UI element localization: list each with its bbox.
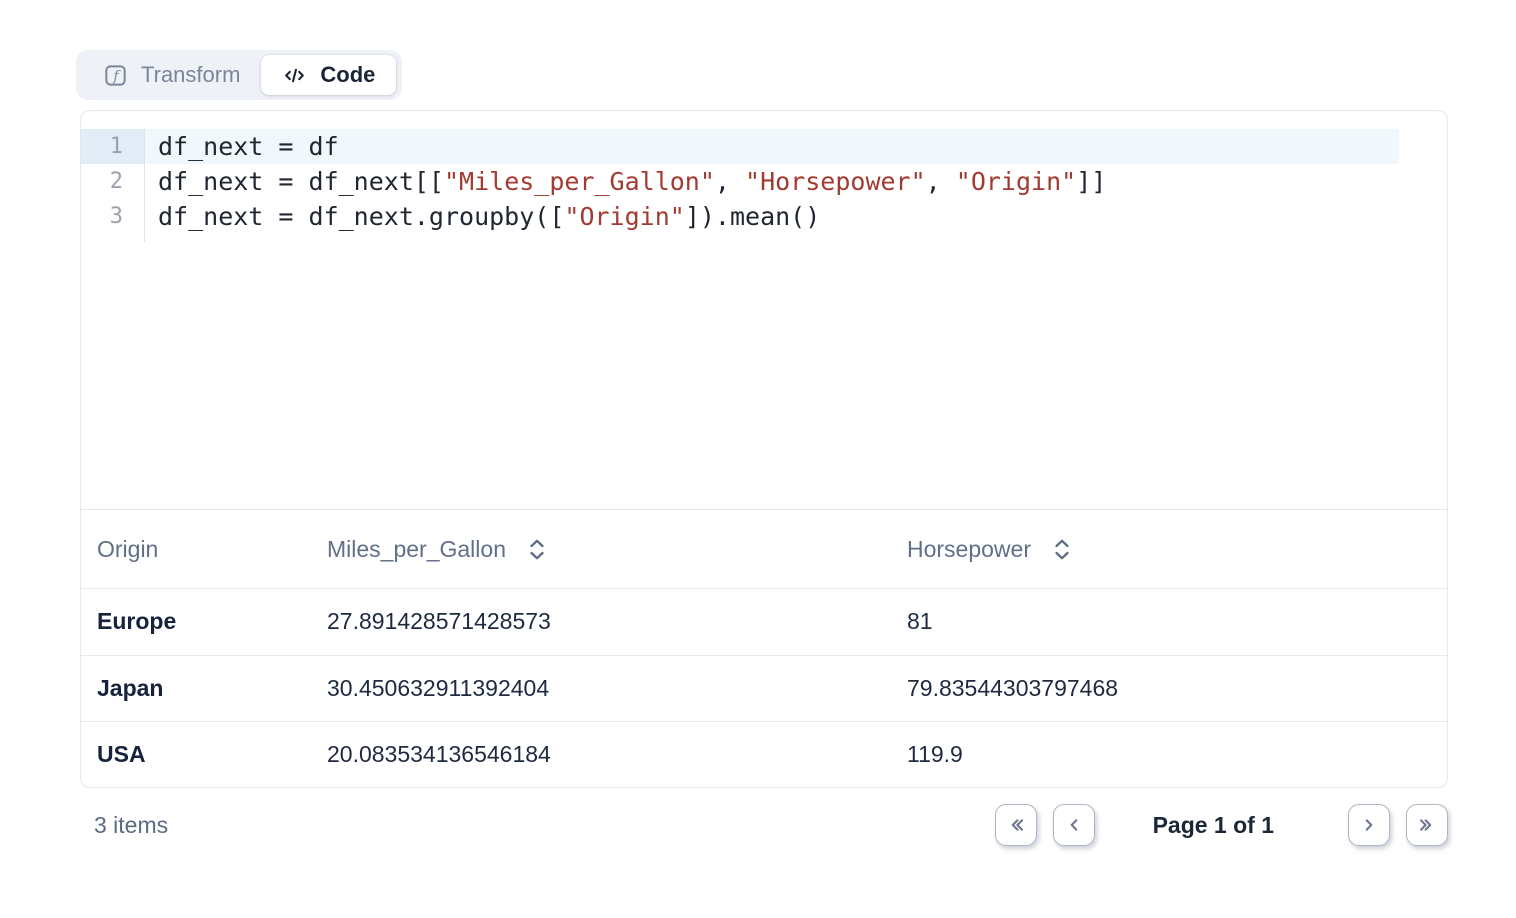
column-header-label: Horsepower: [907, 536, 1031, 563]
table-row: Japan30.45063291139240479.83544303797468: [81, 655, 1447, 722]
code-token: ,: [926, 167, 956, 196]
chevron-right-icon: [1358, 814, 1380, 836]
string-token: "Miles_per_Gallon": [444, 167, 715, 196]
cell-value: 27.891428571428573: [311, 608, 891, 635]
cell-origin: Japan: [81, 675, 311, 702]
cell-value: 20.083534136546184: [311, 741, 891, 768]
code-token: df_next = df: [158, 132, 339, 161]
code-token: ,: [715, 167, 745, 196]
tab-code-label: Code: [320, 62, 375, 88]
string-token: "Horsepower": [745, 167, 926, 196]
tab-transform-label: Transform: [141, 62, 240, 88]
code-token: df_next = df_next.groupby([: [158, 202, 564, 231]
code-line[interactable]: df_next = df_next.groupby(["Origin"]).me…: [145, 199, 1447, 234]
code-token: ]).mean(): [685, 202, 820, 231]
code-line[interactable]: df_next = df: [145, 129, 1399, 164]
next-page-button[interactable]: [1348, 804, 1390, 846]
code-scroll-area: 123 df_next = df df_next = df_next[["Mile…: [81, 129, 1447, 242]
first-page-button[interactable]: [995, 804, 1037, 846]
column-header-origin: Origin: [81, 510, 311, 588]
string-token: "Origin": [956, 167, 1076, 196]
page-indicator: Page 1 of 1: [1153, 812, 1274, 839]
column-header-horsepower[interactable]: Horsepower: [891, 510, 1447, 588]
cell-origin: Europe: [81, 608, 311, 635]
cell-value: 79.83544303797468: [891, 675, 1447, 702]
code-token: ]]: [1076, 167, 1106, 196]
code-and-result-panel: 123 df_next = df df_next = df_next[["Mile…: [80, 110, 1448, 788]
svg-text:f: f: [112, 68, 121, 84]
previous-page-button[interactable]: [1053, 804, 1095, 846]
code-line[interactable]: df_next = df_next[["Miles_per_Gallon", "…: [145, 164, 1447, 199]
cell-value: 119.9: [891, 741, 1447, 768]
column-header-label: Miles_per_Gallon: [327, 536, 506, 563]
tab-code[interactable]: Code: [261, 55, 396, 95]
code-editor[interactable]: 123 df_next = df df_next = df_next[["Mile…: [81, 111, 1447, 510]
table-body: Europe27.89142857142857381Japan30.450632…: [81, 588, 1447, 788]
function-icon: f: [103, 63, 128, 88]
chevron-left-icon: [1063, 814, 1085, 836]
string-token: "Origin": [564, 202, 684, 231]
line-number-gutter: 123: [81, 129, 145, 242]
table-footer: 3 items Page 1 of 1: [80, 802, 1448, 848]
line-number: 3: [81, 199, 144, 234]
column-header-label: Origin: [97, 536, 158, 563]
last-page-button[interactable]: [1406, 804, 1448, 846]
code-content[interactable]: df_next = df df_next = df_next[["Miles_pe…: [145, 129, 1447, 242]
double-chevron-left-icon: [1005, 814, 1027, 836]
column-header-miles_per_gallon[interactable]: Miles_per_Gallon: [311, 510, 891, 588]
code-token: df_next = df_next[[: [158, 167, 444, 196]
cell-value: 30.450632911392404: [311, 675, 891, 702]
table-row: USA20.083534136546184119.9: [81, 721, 1447, 788]
line-number: 1: [81, 129, 144, 164]
table-header-row: Origin Miles_per_Gallon Horsepower: [81, 510, 1447, 588]
sort-icon: [1053, 538, 1071, 561]
line-number: 2: [81, 164, 144, 199]
code-icon: [282, 63, 307, 88]
double-chevron-right-icon: [1416, 814, 1438, 836]
pagination: Page 1 of 1: [995, 804, 1448, 846]
cell-origin: USA: [81, 741, 311, 768]
sort-icon: [528, 538, 546, 561]
view-tabbar: f Transform Code: [76, 50, 402, 100]
items-count: 3 items: [80, 812, 168, 839]
table-row: Europe27.89142857142857381: [81, 588, 1447, 655]
tab-transform[interactable]: f Transform: [82, 55, 261, 95]
cell-value: 81: [891, 608, 1447, 635]
